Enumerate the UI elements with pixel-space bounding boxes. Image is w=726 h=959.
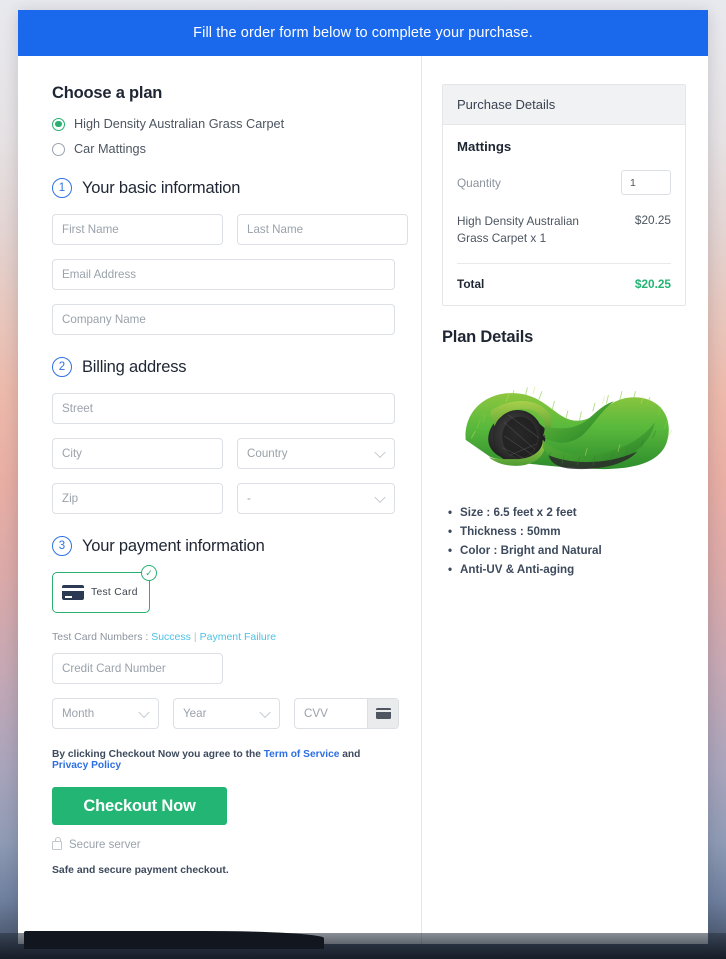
city-country-row: City Country <box>52 438 395 469</box>
step-title: Billing address <box>82 357 187 376</box>
terms-conjunction: and <box>339 749 361 760</box>
name-field-row: First Name Last Name <box>52 214 408 245</box>
terms-prefix: By clicking Checkout Now you agree to th… <box>52 749 264 760</box>
email-input[interactable]: Email Address <box>52 259 395 290</box>
spec-item: Size : 6.5 feet x 2 feet <box>448 506 686 519</box>
page-bottom-shadow <box>0 931 726 959</box>
secure-server-row: Secure server <box>52 837 395 851</box>
choose-plan-title: Choose a plan <box>52 84 163 102</box>
expiry-year-value: Year <box>183 707 207 720</box>
step-1-header: 1 Your basic information <box>52 178 395 198</box>
expiry-month-value: Month <box>62 707 95 720</box>
card-back-icon <box>375 708 391 719</box>
line-item-name: High Density Australian Grass Carpet x 1 <box>457 214 579 246</box>
test-card-label: Test Card <box>91 587 138 598</box>
spec-item: Anti-UV & Anti-aging <box>448 563 686 576</box>
zip-input[interactable]: Zip <box>52 483 223 514</box>
plan-spec-list: Size : 6.5 feet x 2 feet Thickness : 50m… <box>442 506 686 576</box>
step-3-header: 3 Your payment information <box>52 536 395 556</box>
step-2-header: 2 Billing address <box>52 357 395 377</box>
cvv-field-group: CVV <box>294 698 399 729</box>
plan-option-label: High Density Australian Grass Carpet <box>74 117 285 131</box>
total-value: $20.25 <box>634 277 671 292</box>
checkout-card: Fill the order form below to complete yo… <box>18 10 708 944</box>
radio-unselected-icon[interactable] <box>52 142 65 156</box>
test-card-prefix-label: Test Card Numbers : <box>52 631 152 643</box>
secure-server-label: Secure server <box>69 839 141 851</box>
link-separator: | <box>193 631 197 643</box>
test-card-success-link[interactable]: Success <box>151 631 191 643</box>
expiry-cvv-row: Month Year CVV <box>52 698 399 729</box>
purchase-details-body: Mattings Quantity 1 High Density Austral… <box>443 125 685 305</box>
street-input[interactable]: Street <box>52 393 395 424</box>
credit-card-icon <box>62 585 84 600</box>
chevron-down-icon <box>259 706 271 718</box>
check-circle-icon: ✓ <box>141 565 157 581</box>
chevron-down-icon <box>374 446 386 458</box>
street-field-row: Street <box>52 393 395 424</box>
spec-item: Thickness : 50mm <box>448 525 686 538</box>
zip-state-row: Zip - <box>52 483 395 514</box>
expiry-year-select[interactable]: Year <box>173 698 280 729</box>
privacy-policy-link[interactable]: Privacy Policy <box>52 760 121 771</box>
checkout-now-button[interactable]: Checkout Now <box>52 787 227 825</box>
banner-message: Fill the order form below to complete yo… <box>193 25 533 41</box>
product-image-grass-carpet <box>465 386 673 470</box>
quantity-input[interactable]: 1 <box>621 170 671 195</box>
test-card-numbers-line: Test Card Numbers : Success | Payment Fail… <box>52 631 395 643</box>
step-title: Your basic information <box>82 178 241 197</box>
company-name-input[interactable]: Company Name <box>52 304 395 335</box>
plan-option-car-mattings[interactable]: Car Mattings <box>52 142 395 156</box>
spec-item: Color : Bright and Natural <box>448 544 686 557</box>
step-number-badge: 2 <box>52 357 72 377</box>
chevron-down-icon <box>374 491 386 503</box>
cvv-help-button[interactable] <box>367 699 398 728</box>
country-select[interactable]: Country <box>237 438 395 469</box>
state-select[interactable]: - <box>237 483 395 514</box>
plan-option-grass-carpet[interactable]: High Density Australian Grass Carpet <box>52 117 395 131</box>
first-name-input[interactable]: First Name <box>52 214 223 245</box>
test-card-method-tile[interactable]: Test Card ✓ <box>52 565 157 613</box>
step-number-badge: 3 <box>52 536 72 556</box>
safe-checkout-note: Safe and secure payment checkout. <box>52 865 229 876</box>
card-body: Choose a plan High Density Australian Gr… <box>18 56 708 944</box>
lock-icon <box>52 837 62 850</box>
email-field-row: Email Address <box>52 259 395 290</box>
purchase-plan-name: Mattings <box>457 139 512 154</box>
plan-option-label: Car Mattings <box>74 142 146 156</box>
state-select-value: - <box>247 492 251 505</box>
quantity-row: Quantity 1 <box>457 170 671 195</box>
terms-agreement-text: By clicking Checkout Now you agree to th… <box>52 749 395 771</box>
page-banner: Fill the order form below to complete yo… <box>18 10 708 56</box>
purchase-details-heading: Purchase Details <box>443 85 685 125</box>
card-number-row: Credit Card Number <box>52 653 395 684</box>
city-input[interactable]: City <box>52 438 223 469</box>
company-field-row: Company Name <box>52 304 395 335</box>
line-item-row: High Density Australian Grass Carpet x 1… <box>457 213 671 265</box>
country-select-value: Country <box>247 447 288 460</box>
total-label: Total <box>457 277 485 292</box>
test-card-failure-link[interactable]: Payment Failure <box>200 631 276 643</box>
radio-selected-icon[interactable] <box>52 117 65 131</box>
purchase-details-box: Purchase Details Mattings Quantity 1 Hig… <box>442 84 686 307</box>
terms-of-service-link[interactable]: Term of Service <box>264 749 340 760</box>
step-number-badge: 1 <box>52 178 72 198</box>
plan-details-title: Plan Details <box>442 328 534 347</box>
expiry-month-select[interactable]: Month <box>52 698 159 729</box>
line-item-price: $20.25 <box>634 213 671 227</box>
last-name-input[interactable]: Last Name <box>237 214 408 245</box>
quantity-label: Quantity <box>457 175 501 190</box>
chevron-down-icon <box>138 706 150 718</box>
cvv-input[interactable]: CVV <box>295 699 367 728</box>
summary-column: Purchase Details Mattings Quantity 1 Hig… <box>422 56 708 944</box>
total-row: Total $20.25 <box>457 277 671 291</box>
credit-card-number-input[interactable]: Credit Card Number <box>52 653 223 684</box>
step-title: Your payment information <box>82 536 265 555</box>
order-form-column: Choose a plan High Density Australian Gr… <box>18 56 422 944</box>
